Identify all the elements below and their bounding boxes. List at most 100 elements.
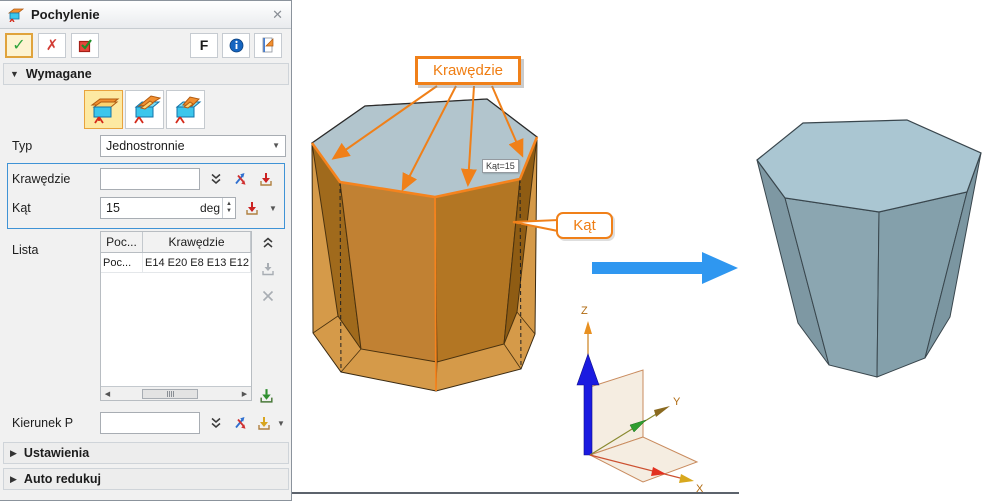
3d-viewport[interactable]: Krawędzie Kąt=15 Kąt Z Y X (292, 0, 1000, 501)
chevron-double-down-icon (211, 173, 221, 184)
direction-pick-button[interactable] (254, 413, 274, 433)
table-header-krawedzie[interactable]: Krawędzie (143, 232, 251, 252)
draft-model-after[interactable] (756, 119, 982, 378)
edges-callout: Krawędzie (415, 56, 521, 85)
typ-dropdown[interactable]: Jednostronnie ▼ (100, 135, 286, 157)
draft-feature-icon (8, 8, 25, 22)
scroll-right-icon[interactable]: ▶ (238, 390, 251, 398)
angle-options-button[interactable]: ▼ (266, 198, 280, 218)
dialog-toolbar: ✓ ✗ F (0, 29, 291, 61)
swap-direction-button[interactable] (230, 169, 250, 189)
typ-label: Typ (12, 139, 33, 153)
scrollbar-track[interactable] (114, 388, 238, 400)
direction-expand-button[interactable] (206, 413, 226, 433)
collapse-list-button[interactable] (258, 233, 278, 253)
red-download-icon (260, 173, 272, 186)
edge-list-table[interactable]: Poc... Krawędzie Poc... E14 E20 E8 E13 E… (100, 231, 252, 401)
draft-type-face-icon (133, 94, 161, 123)
dialog-title: Pochylenie (31, 7, 100, 22)
expand-picker-button[interactable] (206, 169, 226, 189)
apply-icon (78, 38, 92, 52)
draft-type-parting-button[interactable] (166, 90, 205, 129)
direction-label: Kierunek P (12, 416, 74, 430)
angle-value: 15 (106, 201, 120, 215)
draft-model-before[interactable] (310, 98, 539, 392)
angle-pick-button[interactable] (242, 198, 262, 218)
section-required-label: Wymagane (25, 67, 92, 81)
add-to-list-button[interactable] (256, 385, 276, 405)
chevron-double-up-icon (263, 237, 273, 248)
table-cell-poc[interactable]: Poc... (101, 253, 143, 272)
chevron-down-icon: ▼ (272, 141, 280, 150)
flip-button[interactable] (254, 32, 282, 58)
draft-type-parting-icon (174, 95, 201, 123)
import-tray-icon (262, 263, 274, 276)
yellow-download-icon (258, 417, 270, 430)
table-row[interactable]: Poc... E14 E20 E8 E13 E12 (101, 253, 251, 273)
draft-dialog: Pochylenie ✕ ✓ ✗ F ▼ Wymagane Typ Jednos… (0, 0, 292, 501)
table-header-poc[interactable]: Poc... (101, 232, 143, 252)
ok-button[interactable]: ✓ (5, 32, 33, 58)
viewport-bottom-border (292, 492, 739, 494)
green-download-icon (259, 388, 273, 403)
chevron-double-down-icon (211, 417, 221, 428)
direction-swap-button[interactable] (230, 413, 250, 433)
red-download-icon (246, 202, 258, 215)
delete-row-button[interactable] (258, 286, 278, 306)
edges-input[interactable] (100, 168, 200, 190)
table-horizontal-scrollbar[interactable]: ◀ ▶ (101, 386, 251, 400)
section-autoreduce-label: Auto redukuj (23, 472, 102, 486)
angle-spinner[interactable]: ▲ ▼ (222, 198, 235, 218)
scroll-left-icon[interactable]: ◀ (101, 390, 114, 398)
draft-type-edge-button[interactable] (84, 90, 123, 129)
import-list-button[interactable] (258, 259, 278, 279)
section-settings[interactable]: ▶ Ustawienia (3, 442, 289, 464)
close-icon[interactable]: ✕ (272, 7, 283, 23)
scene-canvas (310, 85, 982, 483)
filter-label: F (199, 37, 209, 53)
draft-type-edge-icon (90, 98, 119, 123)
spinner-up-icon[interactable]: ▲ (226, 201, 232, 208)
angle-tooltip: Kąt=15 (482, 159, 519, 173)
info-icon (229, 38, 243, 52)
swap-arrows-icon (235, 173, 246, 185)
angle-input[interactable]: 15 deg ▲ ▼ (100, 197, 236, 219)
info-button[interactable] (222, 32, 250, 58)
triangle-down-icon: ▼ (10, 69, 19, 79)
table-header-row: Poc... Krawędzie (101, 232, 251, 253)
typ-value: Jednostronnie (106, 139, 185, 153)
transition-arrow (592, 252, 738, 284)
check-icon: ✓ (12, 37, 26, 54)
chevron-down-icon: ▼ (277, 418, 285, 428)
chevron-down-icon: ▼ (269, 203, 277, 213)
section-required[interactable]: ▼ Wymagane (3, 63, 289, 85)
swap-arrows-icon (235, 417, 246, 429)
spinner-down-icon[interactable]: ▼ (226, 208, 232, 215)
triangle-right-icon: ▶ (10, 473, 17, 484)
angle-tooltip-text: Kąt=15 (486, 161, 515, 171)
dialog-titlebar[interactable]: Pochylenie ✕ (0, 1, 291, 29)
edges-label: Krawędzie (12, 172, 71, 186)
apply-button[interactable] (71, 32, 99, 58)
angle-unit: deg (199, 201, 220, 215)
flip-page-icon (262, 37, 274, 53)
cross-icon: ✗ (45, 37, 59, 54)
section-settings-label: Ustawienia (23, 446, 90, 460)
angle-label: Kąt (12, 201, 31, 215)
cancel-button[interactable]: ✗ (38, 32, 66, 58)
table-cell-edges[interactable]: E14 E20 E8 E13 E12 (143, 253, 251, 272)
y-axis-label: Y (673, 396, 681, 408)
section-autoreduce[interactable]: ▶ Auto redukuj (3, 468, 289, 490)
edges-pick-from-list-button[interactable] (256, 169, 276, 189)
scrollbar-thumb[interactable] (142, 388, 198, 399)
filter-button[interactable]: F (190, 32, 218, 58)
triangle-right-icon: ▶ (10, 447, 17, 458)
lista-label: Lista (12, 243, 39, 257)
z-axis-label: Z (581, 305, 588, 317)
draft-type-selector (84, 90, 205, 129)
direction-options-button[interactable]: ▼ (274, 413, 288, 433)
delete-x-icon (262, 290, 274, 302)
edges-callout-label: Krawędzie (432, 62, 504, 79)
draft-type-face-button[interactable] (125, 90, 164, 129)
direction-input[interactable] (100, 412, 200, 434)
